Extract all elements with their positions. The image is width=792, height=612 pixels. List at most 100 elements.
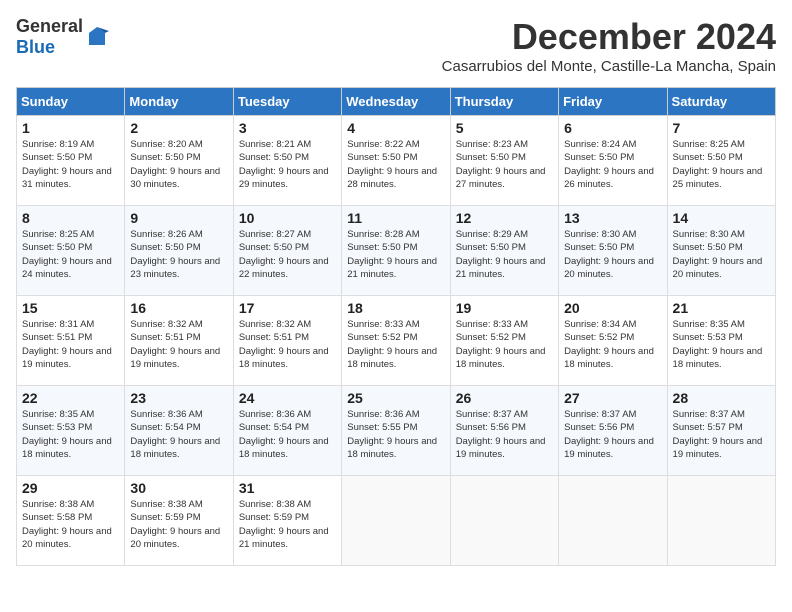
calendar-table: Sunday Monday Tuesday Wednesday Thursday… [16,87,776,566]
table-row: 6 Sunrise: 8:24 AM Sunset: 5:50 PM Daylig… [559,116,667,206]
day-info: Sunrise: 8:32 AM Sunset: 5:51 PM Dayligh… [130,318,227,371]
logo-text: General Blue [16,16,83,58]
day-info: Sunrise: 8:22 AM Sunset: 5:50 PM Dayligh… [347,138,444,191]
table-row: 31 Sunrise: 8:38 AM Sunset: 5:59 PM Dayli… [233,476,341,566]
day-info: Sunrise: 8:30 AM Sunset: 5:50 PM Dayligh… [673,228,770,281]
day-info: Sunrise: 8:24 AM Sunset: 5:50 PM Dayligh… [564,138,661,191]
day-info: Sunrise: 8:25 AM Sunset: 5:50 PM Dayligh… [22,228,119,281]
day-number: 20 [564,300,661,316]
table-row: 19 Sunrise: 8:33 AM Sunset: 5:52 PM Dayli… [450,296,558,386]
table-row: 15Sunrise: 8:31 AM Sunset: 5:51 PM Dayli… [17,296,125,386]
day-info: Sunrise: 8:28 AM Sunset: 5:50 PM Dayligh… [347,228,444,281]
day-number: 21 [673,300,770,316]
day-number: 8 [22,210,119,226]
day-info: Sunrise: 8:38 AM Sunset: 5:59 PM Dayligh… [239,498,336,551]
table-row: 4 Sunrise: 8:22 AM Sunset: 5:50 PM Daylig… [342,116,450,206]
day-number: 12 [456,210,553,226]
location-title: Casarrubios del Monte, Castille-La Manch… [442,58,776,75]
table-row: 26 Sunrise: 8:37 AM Sunset: 5:56 PM Dayli… [450,386,558,476]
day-info: Sunrise: 8:33 AM Sunset: 5:52 PM Dayligh… [347,318,444,371]
day-number: 26 [456,390,553,406]
col-friday: Friday [559,88,667,116]
calendar-week-row: 1 Sunrise: 8:19 AM Sunset: 5:50 PM Daylig… [17,116,776,206]
table-row: 23Sunrise: 8:36 AM Sunset: 5:54 PM Dayli… [125,386,233,476]
calendar-week-row: 8 Sunrise: 8:25 AM Sunset: 5:50 PM Daylig… [17,206,776,296]
day-number: 10 [239,210,336,226]
logo: General Blue [16,16,109,58]
day-number: 1 [22,120,119,136]
day-info: Sunrise: 8:38 AM Sunset: 5:59 PM Dayligh… [130,498,227,551]
day-number: 16 [130,300,227,316]
table-row: 27 Sunrise: 8:37 AM Sunset: 5:56 PM Dayli… [559,386,667,476]
table-row: 1 Sunrise: 8:19 AM Sunset: 5:50 PM Daylig… [17,116,125,206]
table-row: 14 Sunrise: 8:30 AM Sunset: 5:50 PM Dayli… [667,206,775,296]
col-monday: Monday [125,88,233,116]
day-info: Sunrise: 8:37 AM Sunset: 5:56 PM Dayligh… [456,408,553,461]
table-row: 22Sunrise: 8:35 AM Sunset: 5:53 PM Dayli… [17,386,125,476]
table-row [342,476,450,566]
day-info: Sunrise: 8:36 AM Sunset: 5:55 PM Dayligh… [347,408,444,461]
day-info: Sunrise: 8:30 AM Sunset: 5:50 PM Dayligh… [564,228,661,281]
day-number: 2 [130,120,227,136]
table-row: 7Sunrise: 8:25 AM Sunset: 5:50 PM Daylig… [667,116,775,206]
day-info: Sunrise: 8:33 AM Sunset: 5:52 PM Dayligh… [456,318,553,371]
title-block: December 2024 Casarrubios del Monte, Cas… [442,16,776,83]
day-info: Sunrise: 8:25 AM Sunset: 5:50 PM Dayligh… [673,138,770,191]
table-row: 30Sunrise: 8:38 AM Sunset: 5:59 PM Dayli… [125,476,233,566]
table-row: 20Sunrise: 8:34 AM Sunset: 5:52 PM Dayli… [559,296,667,386]
col-wednesday: Wednesday [342,88,450,116]
day-number: 27 [564,390,661,406]
page-container: General Blue December 2024 Casarrubios d… [16,16,776,566]
day-info: Sunrise: 8:37 AM Sunset: 5:56 PM Dayligh… [564,408,661,461]
table-row: 8 Sunrise: 8:25 AM Sunset: 5:50 PM Daylig… [17,206,125,296]
day-number: 3 [239,120,336,136]
day-number: 22 [22,390,119,406]
day-info: Sunrise: 8:36 AM Sunset: 5:54 PM Dayligh… [239,408,336,461]
table-row: 16 Sunrise: 8:32 AM Sunset: 5:51 PM Dayli… [125,296,233,386]
day-number: 9 [130,210,227,226]
day-number: 29 [22,480,119,496]
col-sunday: Sunday [17,88,125,116]
day-number: 13 [564,210,661,226]
day-info: Sunrise: 8:20 AM Sunset: 5:50 PM Dayligh… [130,138,227,191]
table-row: 10Sunrise: 8:27 AM Sunset: 5:50 PM Dayli… [233,206,341,296]
calendar-week-row: 29 Sunrise: 8:38 AM Sunset: 5:58 PM Dayli… [17,476,776,566]
col-tuesday: Tuesday [233,88,341,116]
month-title: December 2024 [442,16,776,58]
day-info: Sunrise: 8:19 AM Sunset: 5:50 PM Dayligh… [22,138,119,191]
day-number: 5 [456,120,553,136]
table-row: 2 Sunrise: 8:20 AM Sunset: 5:50 PM Daylig… [125,116,233,206]
day-number: 19 [456,300,553,316]
col-saturday: Saturday [667,88,775,116]
table-row: 12 Sunrise: 8:29 AM Sunset: 5:50 PM Dayli… [450,206,558,296]
day-number: 18 [347,300,444,316]
table-row: 25 Sunrise: 8:36 AM Sunset: 5:55 PM Dayli… [342,386,450,476]
day-info: Sunrise: 8:38 AM Sunset: 5:58 PM Dayligh… [22,498,119,551]
table-row: 18 Sunrise: 8:33 AM Sunset: 5:52 PM Dayli… [342,296,450,386]
day-number: 4 [347,120,444,136]
col-thursday: Thursday [450,88,558,116]
day-number: 11 [347,210,444,226]
day-number: 6 [564,120,661,136]
day-info: Sunrise: 8:37 AM Sunset: 5:57 PM Dayligh… [673,408,770,461]
table-row [559,476,667,566]
calendar-week-row: 15Sunrise: 8:31 AM Sunset: 5:51 PM Dayli… [17,296,776,386]
table-row: 21Sunrise: 8:35 AM Sunset: 5:53 PM Dayli… [667,296,775,386]
day-info: Sunrise: 8:23 AM Sunset: 5:50 PM Dayligh… [456,138,553,191]
day-number: 25 [347,390,444,406]
day-number: 15 [22,300,119,316]
table-row: 9Sunrise: 8:26 AM Sunset: 5:50 PM Daylig… [125,206,233,296]
table-row: 11 Sunrise: 8:28 AM Sunset: 5:50 PM Dayli… [342,206,450,296]
day-number: 24 [239,390,336,406]
calendar-week-row: 22Sunrise: 8:35 AM Sunset: 5:53 PM Dayli… [17,386,776,476]
day-number: 31 [239,480,336,496]
logo-general: General [16,16,83,36]
day-number: 14 [673,210,770,226]
table-row: 13 Sunrise: 8:30 AM Sunset: 5:50 PM Dayli… [559,206,667,296]
day-info: Sunrise: 8:32 AM Sunset: 5:51 PM Dayligh… [239,318,336,371]
logo-blue: Blue [16,37,55,57]
day-info: Sunrise: 8:21 AM Sunset: 5:50 PM Dayligh… [239,138,336,191]
calendar-header-row: Sunday Monday Tuesday Wednesday Thursday… [17,88,776,116]
day-number: 17 [239,300,336,316]
day-info: Sunrise: 8:29 AM Sunset: 5:50 PM Dayligh… [456,228,553,281]
